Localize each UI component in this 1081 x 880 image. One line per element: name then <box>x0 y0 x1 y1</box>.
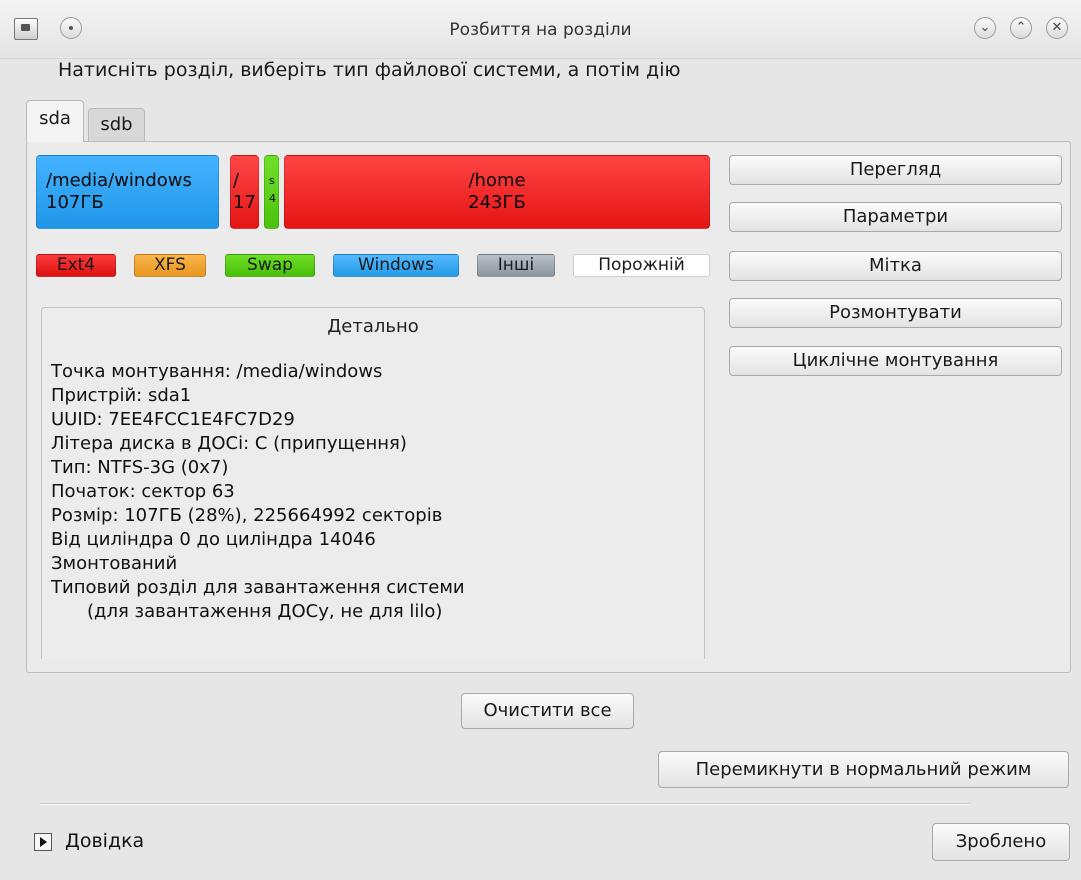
partition-size: 107ГБ <box>46 192 104 213</box>
partition-home[interactable]: /home 243ГБ <box>284 155 710 229</box>
detail-line: Типовий розділ для завантаження системи <box>51 577 465 598</box>
clear-all-button[interactable]: Очистити все <box>461 693 634 729</box>
partition-root[interactable]: / 17 <box>230 155 259 229</box>
tab-sdb[interactable]: sdb <box>88 108 145 142</box>
details-title: Детально <box>327 316 419 337</box>
partition-size: 17 <box>233 192 256 213</box>
detail-line: Літера диска в ДОСі: C (припущення) <box>51 433 407 454</box>
window-title: Розбиття на розділи <box>449 20 632 40</box>
details-lines: Точка монтування: /media/windows Пристрі… <box>51 360 465 624</box>
partition-size: 4 <box>269 192 276 205</box>
detail-line: Точка монтування: /media/windows <box>51 361 383 382</box>
separator <box>40 803 970 805</box>
partition-mount: /media/windows <box>46 170 192 191</box>
done-button[interactable]: Зроблено <box>932 823 1070 861</box>
loopback-mount-button[interactable]: Циклічне монтування <box>729 346 1062 376</box>
legend-ext4[interactable]: Ext4 <box>36 254 116 277</box>
legend-empty[interactable]: Порожній <box>573 254 710 277</box>
legend-xfs[interactable]: XFS <box>134 254 206 277</box>
detail-line: Початок: сектор 63 <box>51 481 235 502</box>
partition-mount: /home <box>468 170 526 191</box>
legend-windows[interactable]: Windows <box>333 254 459 277</box>
view-button[interactable]: Перегляд <box>729 155 1062 185</box>
detail-line: UUID: 7EE4FCC1E4FC7D29 <box>51 409 295 430</box>
instruction-text: Натисніть розділ, виберіть тип файлової … <box>58 59 681 81</box>
partition-mount: / <box>233 170 240 191</box>
detail-line: Змонтований <box>51 553 178 574</box>
toggle-mode-button[interactable]: Перемикнути в нормальний режим <box>658 751 1069 788</box>
options-button[interactable]: Параметри <box>729 202 1062 232</box>
detail-line: (для завантаження ДОСу, не для lilo) <box>87 601 443 622</box>
legend-other[interactable]: Інші <box>477 254 555 277</box>
close-icon[interactable]: ✕ <box>1046 17 1068 39</box>
title-bar: Розбиття на розділи ⌄ ⌃ ✕ <box>0 0 1081 59</box>
legend-swap[interactable]: Swap <box>225 254 315 277</box>
partition-windows[interactable]: /media/windows 107ГБ <box>36 155 219 229</box>
unmount-button[interactable]: Розмонтувати <box>729 298 1062 328</box>
minimize-icon[interactable]: ⌄ <box>974 17 996 39</box>
detail-line: Тип: NTFS-3G (0x7) <box>51 457 229 478</box>
partition-swap[interactable]: s 4 <box>264 155 279 229</box>
maximize-icon[interactable]: ⌃ <box>1010 17 1032 39</box>
detail-line: Розмір: 107ГБ (28%), 225664992 секторів <box>51 505 443 526</box>
tab-sda[interactable]: sda <box>26 100 84 142</box>
expand-arrow-icon[interactable] <box>34 833 52 851</box>
detail-line: Від циліндра 0 до циліндра 14046 <box>51 529 376 550</box>
partition-mount: s <box>269 174 275 187</box>
label-button[interactable]: Мітка <box>729 251 1062 281</box>
detail-line: Пристрій: sda1 <box>51 385 192 406</box>
partition-size: 243ГБ <box>468 192 526 213</box>
help-label[interactable]: Довідка <box>65 830 144 852</box>
